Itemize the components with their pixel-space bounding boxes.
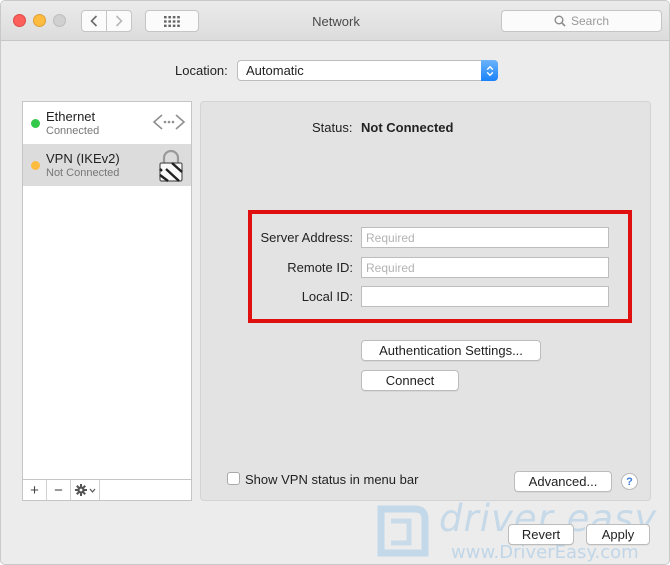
sidebar-toolbar: + − (22, 480, 192, 501)
status-value: Not Connected (361, 120, 454, 135)
search-icon (554, 15, 566, 27)
gear-icon (74, 484, 95, 496)
network-preferences-window: Network Search Location: Automatic Ether… (0, 0, 670, 565)
service-item-ethernet[interactable]: Ethernet Connected (23, 102, 191, 144)
title-bar: Network Search (1, 1, 669, 41)
add-service-button[interactable]: + (23, 480, 47, 500)
search-placeholder: Search (570, 14, 610, 28)
show-vpn-status-checkbox[interactable] (227, 472, 240, 485)
location-label: Location: (175, 63, 228, 78)
connect-button[interactable]: Connect (361, 370, 459, 391)
location-select[interactable]: Automatic (237, 60, 498, 81)
status-dot-yellow (31, 161, 40, 170)
status-label: Status: (312, 120, 353, 135)
service-list: Ethernet Connected VPN (IKEv2) Not Conne… (22, 101, 192, 480)
watermark-url: www.DriverEasy.com (451, 542, 639, 563)
remove-service-button[interactable]: − (47, 480, 71, 500)
updown-arrows-icon (481, 60, 498, 81)
highlight-box (248, 210, 632, 323)
service-name: VPN (IKEv2) (46, 151, 120, 166)
service-item-vpn[interactable]: VPN (IKEv2) Not Connected (23, 144, 191, 186)
advanced-button[interactable]: Advanced... (514, 471, 612, 492)
revert-button[interactable]: Revert (508, 524, 574, 545)
driver-easy-logo-icon (377, 505, 429, 557)
show-vpn-status-label: Show VPN status in menu bar (245, 472, 419, 487)
ethernet-icon (152, 114, 186, 130)
search-field[interactable]: Search (501, 10, 662, 32)
service-name: Ethernet (46, 109, 96, 124)
help-button[interactable]: ? (621, 473, 638, 490)
lock-icon (159, 149, 183, 182)
status-dot-green (31, 119, 40, 128)
authentication-settings-button[interactable]: Authentication Settings... (361, 340, 541, 361)
location-value: Automatic (246, 63, 304, 78)
service-status: Connected (46, 125, 100, 137)
action-menu-button[interactable] (71, 480, 100, 500)
apply-button[interactable]: Apply (586, 524, 650, 545)
service-status: Not Connected (46, 167, 120, 179)
